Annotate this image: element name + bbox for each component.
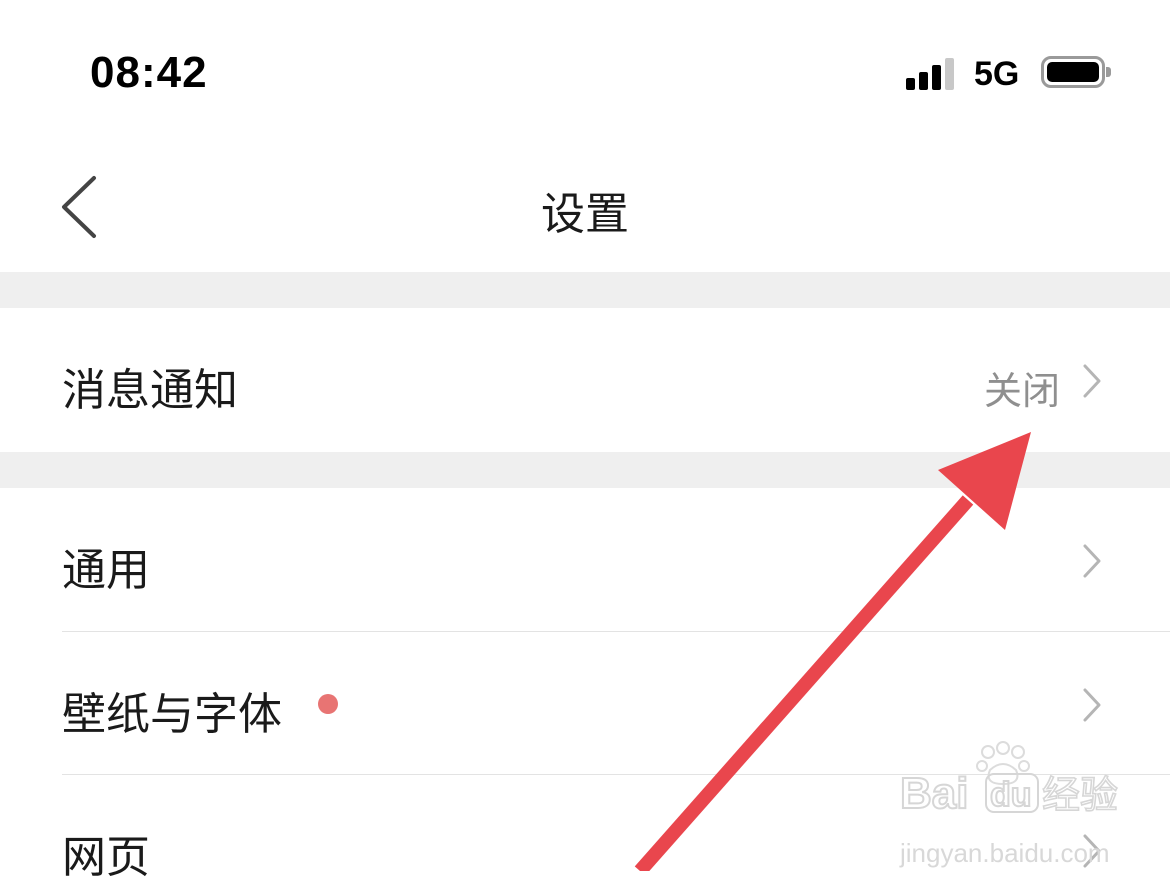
row-label: 通用	[62, 545, 150, 596]
section-separator	[0, 272, 1170, 308]
watermark-url: jingyan.baidu.com	[900, 838, 1110, 868]
baidu-jingyan-watermark: Bai du 经验 jingyan.baidu.com	[890, 740, 1150, 868]
status-bar: 08:42 5G	[0, 0, 1170, 150]
network-type-label: 5G	[974, 55, 1020, 93]
svg-text:du: du	[990, 776, 1032, 814]
row-value: 关闭	[983, 369, 1060, 413]
section-separator	[0, 452, 1170, 488]
settings-row-general[interactable]: 通用	[0, 488, 1170, 631]
settings-row-notifications[interactable]: 消息通知 关闭	[0, 308, 1170, 452]
chevron-right-icon	[1083, 688, 1101, 722]
new-badge-dot	[318, 694, 338, 714]
baidu-logo: Bai du 经验	[899, 741, 1119, 819]
battery-icon	[1041, 56, 1111, 88]
page-title: 设置	[541, 189, 629, 240]
status-time: 08:42	[90, 48, 208, 97]
row-label: 网页	[62, 832, 150, 883]
chevron-right-icon	[1083, 364, 1101, 398]
chevron-right-icon	[1083, 544, 1101, 578]
svg-text:Bai: Bai	[900, 769, 968, 818]
signal-strength-icon	[906, 56, 960, 90]
row-label: 壁纸与字体	[62, 689, 282, 740]
navigation-bar: 设置	[0, 150, 1170, 272]
row-label: 消息通知	[62, 365, 238, 416]
svg-text:经验: 经验	[1042, 773, 1118, 817]
